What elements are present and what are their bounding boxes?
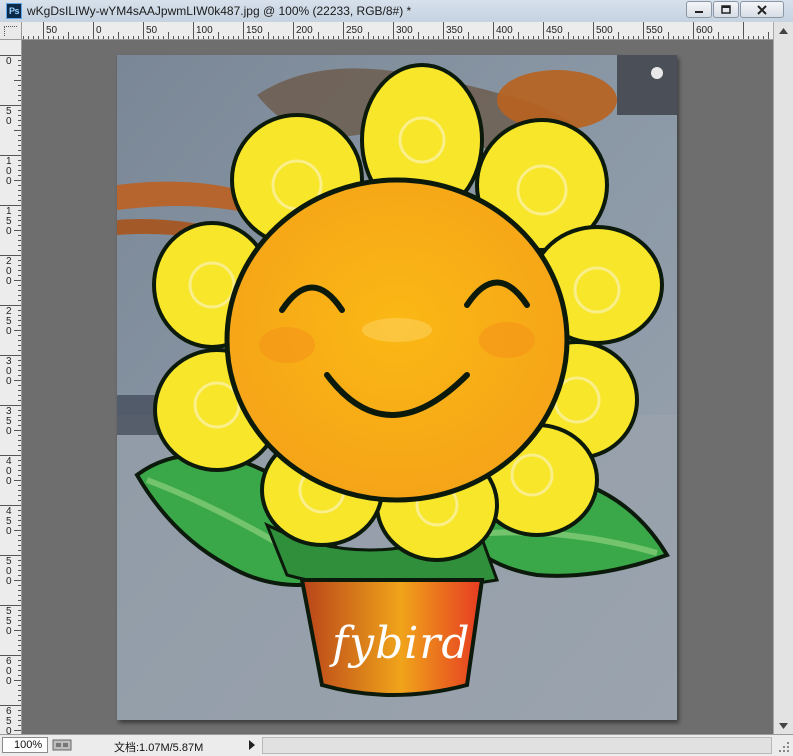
scroll-down-button[interactable] <box>774 717 793 734</box>
ruler-label: 0 <box>6 476 12 487</box>
ruler-label: 50 <box>146 25 158 36</box>
ruler-label: 0 <box>6 326 12 337</box>
ruler-label: 0 <box>6 676 12 687</box>
horizontal-ruler[interactable]: 50 0 50 100 150 200 250 300 350 400 450 500 550 600 <box>22 22 773 40</box>
ruler-origin-corner[interactable] <box>0 22 22 40</box>
ruler-label: 150 <box>246 25 263 36</box>
ruler-label: 50 <box>46 25 58 36</box>
ruler-label: 0 <box>6 56 12 67</box>
ruler-label: 300 <box>396 25 413 36</box>
ruler-label: 200 <box>296 25 313 36</box>
ruler-label: 550 <box>646 25 663 36</box>
ruler-label: 0 <box>6 376 12 387</box>
title-bar: Ps wKgDsILIWy-wYM4sAAJpwmLIW0k487.jpg @ … <box>0 0 793 23</box>
minimize-button[interactable] <box>686 1 712 18</box>
document-image[interactable]: fybird <box>117 55 677 720</box>
ruler-label: 0 <box>6 726 12 734</box>
close-button[interactable] <box>740 1 784 18</box>
ruler-label: 400 <box>496 25 513 36</box>
maximize-icon <box>721 4 731 14</box>
ruler-label: 500 <box>596 25 613 36</box>
vertical-scrollbar[interactable] <box>773 22 793 734</box>
ruler-label: 250 <box>346 25 363 36</box>
pot-watermark-text: fybird <box>332 618 471 669</box>
scroll-down-icon <box>779 722 788 729</box>
ruler-label: 450 <box>546 25 563 36</box>
status-info-icon[interactable] <box>52 738 72 752</box>
ruler-label: 0 <box>96 25 102 36</box>
horizontal-scrollbar[interactable] <box>262 737 772 754</box>
ruler-label: 350 <box>446 25 463 36</box>
status-menu-arrow-icon[interactable] <box>249 740 255 750</box>
document-title: wKgDsILIWy-wYM4sAAJpwmLIW0k487.jpg @ 100… <box>27 4 412 18</box>
vertical-ruler[interactable]: 050100150200250300350400450500550600650 <box>0 40 22 734</box>
ruler-label: 0 <box>6 576 12 587</box>
minimize-icon <box>695 10 703 13</box>
ruler-label: 0 <box>6 116 12 127</box>
scroll-up-icon <box>779 27 788 34</box>
ruler-label: 0 <box>6 226 12 237</box>
ruler-label: 100 <box>196 25 213 36</box>
ruler-label: 0 <box>6 526 12 537</box>
scroll-up-button[interactable] <box>774 22 793 39</box>
maximize-button[interactable] <box>713 1 739 18</box>
status-bar: 100% 文档:1.07M/5.87M <box>0 734 793 756</box>
ruler-label: 0 <box>6 626 12 637</box>
ruler-label: 0 <box>6 426 12 437</box>
canvas-workspace[interactable]: fybird <box>22 40 773 734</box>
close-icon <box>757 4 767 15</box>
zoom-input[interactable]: 100% <box>2 737 48 753</box>
photoshop-app-icon[interactable]: Ps <box>6 3 22 19</box>
ruler-label: 0 <box>6 276 12 287</box>
ruler-label: 600 <box>696 25 713 36</box>
ruler-label: 0 <box>6 176 12 187</box>
document-size-info: 文档:1.07M/5.87M <box>114 742 204 754</box>
resize-grip-icon[interactable] <box>777 740 791 754</box>
